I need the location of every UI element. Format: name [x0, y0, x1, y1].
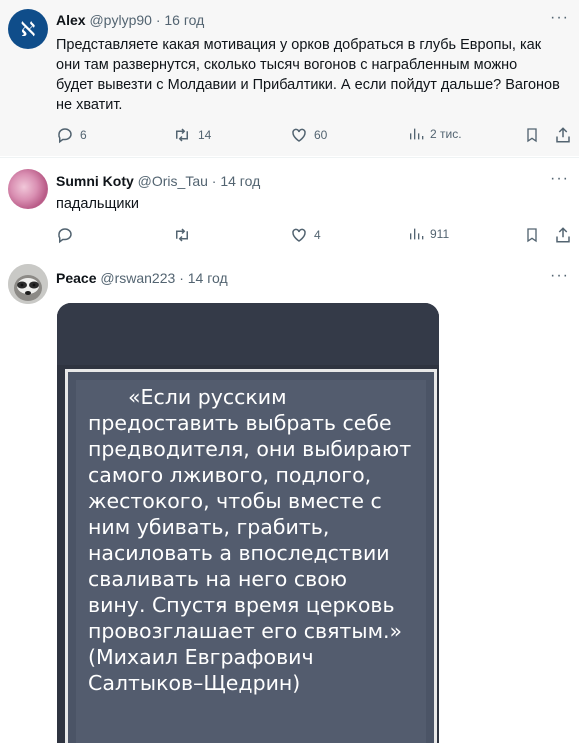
- quote-line: предводителя, они выбирают: [88, 437, 412, 461]
- views-icon: [410, 228, 424, 240]
- avatar[interactable]: [8, 169, 48, 209]
- tweet-peace[interactable]: Peace @rswan223 · 14 год ··· «Если русск…: [0, 254, 579, 743]
- bookmark-button[interactable]: [524, 226, 540, 244]
- tweet-header: Sumni Koty @Oris_Tau · 14 год: [56, 173, 260, 189]
- tweet-alex[interactable]: ℵ Alex @pylyp90 · 16 год ··· Представляе…: [0, 0, 579, 156]
- tweet-text-line: падальщики: [56, 196, 139, 212]
- avatar[interactable]: ℵ: [8, 9, 48, 49]
- author-handle[interactable]: @rswan223: [100, 270, 175, 286]
- raccoon-avatar-image: [8, 264, 48, 304]
- tweet-text-line: не хватит.: [56, 97, 123, 113]
- views-icon: [410, 128, 424, 140]
- author-name[interactable]: Sumni Koty: [56, 173, 134, 189]
- reply-icon: [58, 228, 72, 244]
- timestamp[interactable]: · 16 год: [156, 12, 204, 28]
- avatar[interactable]: [8, 264, 48, 304]
- quote-line: вину. Спустя время церковь: [88, 593, 395, 617]
- author-handle[interactable]: @pylyp90: [89, 12, 151, 28]
- tweet-header: Peace @rswan223 · 14 год: [56, 270, 228, 286]
- like-button[interactable]: 60: [290, 126, 327, 144]
- like-count: 4: [314, 228, 321, 242]
- tweet-text-line: будет вывезти с Молдавии и Прибалтики. А…: [56, 77, 560, 93]
- reply-icon: [58, 128, 72, 144]
- views-count: 2 тис.: [430, 127, 462, 141]
- tweet-text: Представляете какая мотивация у орков до…: [56, 35, 571, 115]
- share-icon: [556, 227, 570, 243]
- share-icon: [556, 127, 570, 143]
- tweet-actions: 6 14 60 2 тис.: [56, 126, 576, 146]
- quote-text: «Если русским предоставить выбрать себе …: [88, 384, 418, 696]
- share-button[interactable]: [554, 226, 572, 244]
- quote-image[interactable]: «Если русским предоставить выбрать себе …: [57, 303, 439, 743]
- heart-icon: [292, 128, 306, 142]
- tweet-actions: 4 911: [56, 226, 576, 246]
- quote-line: сваливать на него свою: [88, 567, 348, 591]
- reply-button[interactable]: [56, 226, 80, 244]
- bookmark-icon: [527, 228, 537, 243]
- more-options-button[interactable]: ···: [550, 170, 569, 188]
- timestamp[interactable]: · 14 год: [179, 270, 227, 286]
- tweet-text-line: Представляете какая мотивация у орков до…: [56, 37, 542, 53]
- tweet-text: падальщики: [56, 194, 571, 214]
- retweet-count: 14: [198, 128, 212, 142]
- quote-line: жестокого, чтобы вместе с: [88, 489, 382, 513]
- image-top-bar: [57, 303, 439, 365]
- quote-line: «Если русским: [128, 385, 287, 409]
- quote-line: насиловать а впоследствии: [88, 541, 390, 565]
- reply-button[interactable]: 6: [56, 126, 87, 144]
- like-count: 60: [314, 128, 328, 142]
- share-button[interactable]: [554, 126, 572, 144]
- quote-frame: «Если русским предоставить выбрать себе …: [65, 369, 437, 743]
- retweet-button[interactable]: [172, 226, 198, 244]
- retweet-icon: [176, 128, 188, 142]
- quote-line: предоставить выбрать себе: [88, 411, 392, 435]
- author-name[interactable]: Alex: [56, 12, 86, 28]
- timestamp[interactable]: · 14 год: [212, 173, 260, 189]
- retweet-icon: [176, 228, 188, 242]
- quote-line: самого лживого, подлого,: [88, 463, 372, 487]
- tweet-text-line: они там развернутся, сколько тысяч вогон…: [56, 57, 518, 73]
- reply-count: 6: [80, 128, 87, 142]
- more-options-button[interactable]: ···: [550, 267, 569, 285]
- author-handle[interactable]: @Oris_Tau: [138, 173, 208, 189]
- tweet-header: Alex @pylyp90 · 16 год: [56, 12, 204, 28]
- quote-line: провозглашает его святым.»: [88, 619, 403, 643]
- heart-icon: [292, 228, 306, 242]
- views-button[interactable]: 911: [408, 226, 449, 242]
- quote-line: ним убивать, грабить,: [88, 515, 330, 539]
- avatar-letter: ℵ: [20, 17, 36, 41]
- author-name[interactable]: Peace: [56, 270, 96, 286]
- quote-line: Салтыков–Щедрин): [88, 671, 301, 695]
- like-button[interactable]: 4: [290, 226, 321, 244]
- views-count: 911: [430, 227, 450, 241]
- bookmark-button[interactable]: [524, 126, 540, 144]
- more-options-button[interactable]: ···: [550, 9, 569, 27]
- views-button[interactable]: 2 тис.: [408, 126, 462, 142]
- bookmark-icon: [527, 128, 537, 143]
- quote-line: (Михаил Евграфович: [88, 645, 314, 669]
- tweet-sumni-koty[interactable]: Sumni Koty @Oris_Tau · 14 год ··· падаль…: [0, 157, 579, 255]
- retweet-button[interactable]: 14: [172, 126, 211, 144]
- quote-panel: «Если русским предоставить выбрать себе …: [76, 380, 426, 743]
